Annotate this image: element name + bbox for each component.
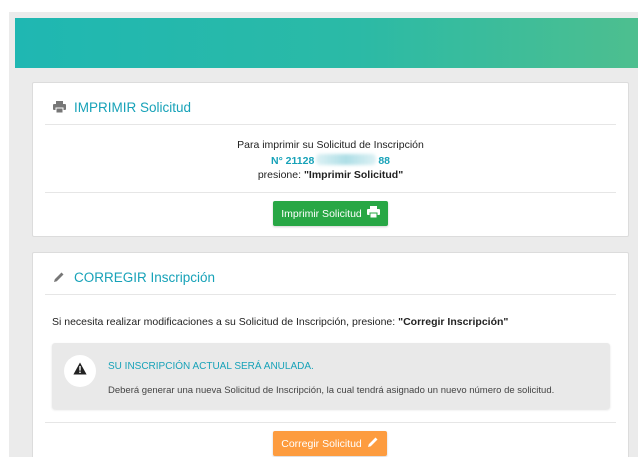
correct-card-divider-top [45, 294, 616, 295]
application-number-prefix: N° 21128 [270, 155, 315, 167]
pencil-icon [367, 436, 379, 451]
redacted-number [316, 154, 377, 165]
correct-instruction-bold: "Corregir Inscripción" [398, 316, 509, 328]
print-card-header: IMPRIMIR Solicitud [52, 97, 191, 117]
print-instruction-line: Para imprimir su Solicitud de Inscripció… [237, 139, 424, 151]
print-card-divider-top [45, 124, 616, 125]
alert-icon-circle [64, 355, 96, 387]
application-number-suffix: 88 [378, 155, 390, 167]
correct-card-divider-bottom [45, 422, 616, 423]
print-card-divider-bottom [45, 192, 616, 193]
correct-instruction: Si necesita realizar modificaciones a su… [52, 316, 508, 328]
annulment-alert: SU INSCRIPCIÓN ACTUAL SERÁ ANULADA. Debe… [52, 343, 610, 409]
print-press-prefix: presione: [257, 169, 304, 181]
print-press-line: presione: "Imprimir Solicitud" [33, 169, 628, 181]
print-card-title: IMPRIMIR Solicitud [74, 99, 192, 115]
app-frame: IMPRIMIR Solicitud Para imprimir su Soli… [9, 12, 638, 457]
pencil-icon [52, 270, 66, 284]
printer-icon [366, 206, 380, 221]
print-button-label: Imprimir Solicitud [281, 207, 362, 220]
correct-card-title: CORREGIR Inscripción [74, 269, 216, 285]
printer-icon [52, 100, 66, 114]
top-header-bar [15, 18, 638, 68]
warning-icon [73, 362, 87, 380]
correct-application-button[interactable]: Corregir Solicitud [273, 431, 387, 456]
correct-instruction-prefix: Si necesita realizar modificaciones a su… [52, 316, 399, 328]
print-application-button[interactable]: Imprimir Solicitud [273, 201, 388, 226]
correct-card: CORREGIR Inscripción Si necesita realiza… [32, 252, 629, 457]
print-card: IMPRIMIR Solicitud Para imprimir su Soli… [32, 82, 629, 237]
print-press-bold: "Imprimir Solicitud" [303, 169, 404, 181]
correct-card-header: CORREGIR Inscripción [52, 267, 215, 287]
application-number: N° 21128 88 [33, 154, 628, 167]
correct-button-label: Corregir Solicitud [281, 437, 362, 450]
alert-title: SU INSCRIPCIÓN ACTUAL SERÁ ANULADA. [108, 361, 314, 372]
alert-text: Deberá generar una nueva Solicitud de In… [108, 385, 555, 396]
